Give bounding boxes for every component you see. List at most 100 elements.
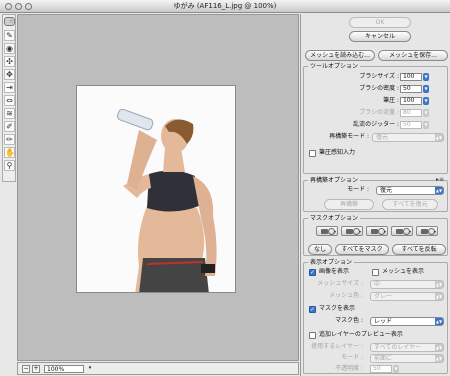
- chevron-down-icon: ▲▼: [435, 355, 443, 362]
- add-to-selection-icon[interactable]: ▾: [341, 226, 363, 236]
- thaw-mask-tool-icon[interactable]: ✏: [4, 134, 15, 145]
- brush-size-field[interactable]: 100: [400, 73, 422, 81]
- show-mask-label: マスクを表示: [319, 305, 356, 312]
- push-left-tool-icon[interactable]: ⇥: [4, 82, 15, 93]
- pucker-tool-icon[interactable]: ✣: [4, 56, 15, 67]
- backdrop-mode-select[interactable]: 前面に ▲▼: [370, 354, 444, 363]
- invert-all-button[interactable]: すべてを反転: [392, 244, 446, 255]
- reconstruct-mode-select[interactable]: 復元 ▲▼: [372, 133, 444, 142]
- brush-density-label: ブラシの密度 :: [359, 85, 399, 92]
- stylus-pressure-checkbox[interactable]: [309, 150, 316, 157]
- show-backdrop-label: 追加レイヤーのプレビュー表示: [319, 331, 403, 338]
- chevron-down-icon: ▲▼: [435, 293, 443, 300]
- chevron-down-icon: ▲▼: [435, 318, 443, 325]
- brush-rate-stepper-icon[interactable]: ▼: [423, 109, 429, 117]
- forward-warp-tool-icon[interactable]: ☝: [4, 17, 15, 26]
- stylus-pressure-label: 筆圧感知入力: [319, 149, 356, 156]
- reconstruct-mode-value: 復元: [376, 134, 389, 141]
- minimize-window-icon[interactable]: [15, 3, 22, 10]
- mesh-color-select[interactable]: グレー ▲▼: [370, 292, 444, 301]
- reconstruct-panel-menu-icon[interactable]: ▸≡: [436, 176, 444, 183]
- window-title: ゆがみ (AF116_L.jpg @ 100%): [173, 2, 277, 10]
- use-layer-label: 使用するレイヤー :: [311, 343, 363, 350]
- mesh-color-value: グレー: [374, 293, 393, 300]
- mask-color-label: マスク色 :: [335, 317, 363, 324]
- reconstruct-options-mode-value: 復元: [380, 187, 393, 194]
- chevron-down-icon: ▲▼: [435, 134, 443, 141]
- backdrop-mode-value: 前面に: [374, 355, 393, 362]
- turbulence-tool-icon[interactable]: ≋: [4, 108, 15, 119]
- opacity-field[interactable]: 50: [370, 365, 392, 373]
- zoom-in-button[interactable]: +: [32, 365, 40, 373]
- tool-options-title: ツールオプション: [308, 63, 361, 70]
- show-mesh-label: メッシュを表示: [382, 268, 425, 275]
- restore-all-button[interactable]: すべてを復元: [382, 199, 438, 210]
- turbulent-jitter-stepper-icon[interactable]: ▼: [423, 121, 429, 129]
- brush-density-field[interactable]: 50: [400, 85, 422, 93]
- brush-rate-field[interactable]: 80: [400, 109, 422, 117]
- show-mesh-checkbox[interactable]: [372, 269, 379, 276]
- mask-options-title: マスクオプション: [308, 215, 361, 222]
- tool-options-group: ツールオプション ブラシサイズ : 100 ▼ ブラシの密度 : 50 ▼ 筆圧…: [303, 63, 448, 174]
- replace-selection-icon[interactable]: ▾: [316, 226, 338, 236]
- reconstruct-options-mode-select[interactable]: 復元 ▲▼: [376, 186, 444, 195]
- zoom-window-icon[interactable]: [25, 3, 32, 10]
- ok-button[interactable]: OK: [349, 17, 411, 28]
- chevron-down-icon: ▲▼: [435, 344, 443, 351]
- woman-drinking-photo: [77, 86, 235, 292]
- reconstruct-options-group: 再構築オプション ▸≡ モード : 復元 ▲▼ 再構築 すべてを復元: [303, 176, 448, 212]
- save-mesh-button[interactable]: メッシュを保存...: [378, 50, 448, 61]
- brush-size-label: ブラシサイズ :: [359, 73, 399, 80]
- zoom-out-button[interactable]: −: [22, 365, 30, 373]
- brush-density-stepper-icon[interactable]: ▼: [423, 85, 429, 93]
- chevron-down-icon: ▲▼: [435, 187, 443, 194]
- mesh-color-label: メッシュ色 :: [329, 292, 363, 299]
- show-backdrop-checkbox[interactable]: [309, 332, 316, 339]
- zoom-dropdown-icon[interactable]: ▾: [86, 365, 94, 373]
- intersect-with-selection-icon[interactable]: ▾: [391, 226, 413, 236]
- close-window-icon[interactable]: [5, 3, 12, 10]
- invert-selection-icon[interactable]: ▾: [416, 226, 438, 236]
- use-layer-select[interactable]: すべてのレイヤー ▲▼: [370, 343, 444, 352]
- freeze-mask-tool-icon[interactable]: ✐: [4, 121, 15, 132]
- subtract-from-selection-icon[interactable]: ▾: [366, 226, 388, 236]
- turbulent-jitter-label: 乱流のジッター :: [353, 121, 399, 128]
- backdrop-mode-label: モード :: [341, 354, 363, 361]
- tools-panel: ☝ ✎ ◉ ✣ ✥ ⇥ ⇔ ≋ ✐ ✏ ✋ ⚲: [2, 14, 16, 182]
- mesh-size-select[interactable]: 中 ▲▼: [370, 280, 444, 289]
- show-image-checkbox[interactable]: ✓: [309, 269, 316, 276]
- opacity-label: 不透明度 :: [335, 365, 363, 372]
- load-mesh-button[interactable]: メッシュを読み込む...: [305, 50, 375, 61]
- zoom-level-field[interactable]: 100%: [44, 365, 84, 373]
- mask-color-value: レッド: [374, 318, 393, 325]
- reconstruct-button[interactable]: 再構築: [324, 199, 374, 210]
- view-options-group: 表示オプション ✓ 画像を表示 メッシュを表示 メッシュサイズ : 中 ▲▼ メッ…: [303, 259, 448, 374]
- preview-canvas[interactable]: [17, 14, 299, 361]
- brush-pressure-stepper-icon[interactable]: ▼: [423, 97, 429, 105]
- options-panel: OK キャンセル メッシュを読み込む... メッシュを保存... ツールオプショ…: [300, 14, 450, 376]
- view-options-title: 表示オプション: [308, 259, 355, 266]
- brush-size-stepper-icon[interactable]: ▼: [423, 73, 429, 81]
- brush-pressure-field[interactable]: 100: [400, 97, 422, 105]
- use-layer-value: すべてのレイヤー: [374, 344, 422, 351]
- twirl-clockwise-tool-icon[interactable]: ◉: [4, 43, 15, 54]
- mask-color-select[interactable]: レッド ▲▼: [370, 317, 444, 326]
- hand-tool-icon[interactable]: ✋: [4, 147, 15, 158]
- reconstruct-tool-icon[interactable]: ✎: [4, 30, 15, 41]
- bloat-tool-icon[interactable]: ✥: [4, 69, 15, 80]
- mask-all-button[interactable]: すべてをマスク: [335, 244, 389, 255]
- show-image-label: 画像を表示: [319, 268, 350, 275]
- zoom-tool-icon[interactable]: ⚲: [4, 160, 15, 171]
- cancel-button[interactable]: キャンセル: [349, 31, 411, 42]
- mask-options-group: マスクオプション ▾ ▾ ▾ ▾ ▾ なし すべてをマスク すべてを反転: [303, 215, 448, 256]
- mask-none-button[interactable]: なし: [308, 244, 332, 255]
- turbulent-jitter-field[interactable]: 50: [400, 121, 422, 129]
- brush-rate-label: ブラシの流量 :: [359, 109, 399, 116]
- reconstruct-options-title: 再構築オプション: [308, 177, 361, 184]
- reconstruct-mode-select-label: モード :: [347, 186, 369, 193]
- preview-image[interactable]: [76, 85, 236, 293]
- brush-pressure-label: 筆圧 :: [383, 97, 399, 104]
- mirror-tool-icon[interactable]: ⇔: [4, 95, 15, 106]
- opacity-stepper-icon[interactable]: ▼: [393, 365, 399, 373]
- show-mask-checkbox[interactable]: ✓: [309, 306, 316, 313]
